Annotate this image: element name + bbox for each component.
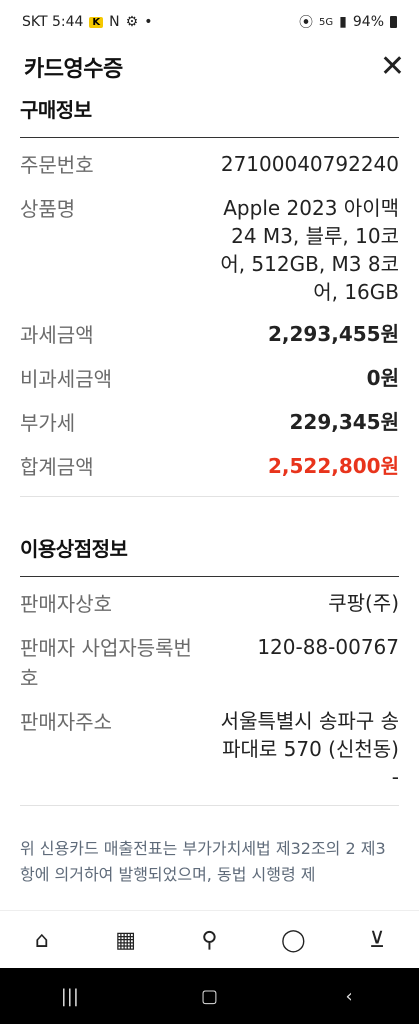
page-title: 카드영수증 [24, 57, 123, 82]
recent-apps-icon[interactable]: ||| [40, 986, 100, 1007]
order-number-row: 주문번호 27100040792240 [0, 150, 419, 180]
cart-icon[interactable]: ⊻ [357, 928, 397, 953]
notice-text: 위 신용카드 매출전표는 부가가치세법 제32조의 2 제3항에 의거하여 발행… [20, 839, 386, 884]
total-amount-row: 합계금액 2,522,800원 [0, 452, 419, 482]
search-icon[interactable]: ⚲ [189, 928, 229, 953]
product-name-row: 상품명 Apple 2023 아이맥 24 M3, 블루, 10코어, 512G… [0, 194, 419, 306]
total-amount-value: 2,522,800원 [267, 454, 399, 478]
seller-address-label: 판매자주소 [20, 710, 112, 734]
status-right: ⦿ 5G ▮ 94% [299, 12, 397, 32]
bottom-navigation: ⌂ ▦ ⚲ ◯ ⊻ [0, 910, 419, 969]
purchase-section-title: 구매정보 [20, 98, 92, 122]
status-left: SKT 5:44 K N ⚙ • [22, 14, 152, 30]
network-type: 5G [319, 16, 334, 28]
product-name-value: Apple 2023 아이맥 24 M3, 블루, 10코어, 512GB, M… [220, 196, 399, 304]
store-section-title: 이용상점정보 [20, 537, 128, 561]
battery-percent: 94% [352, 14, 384, 30]
kakao-badge-icon: K [89, 16, 104, 28]
close-icon[interactable]: ✕ [380, 52, 405, 82]
business-number-row: 판매자 사업자등록번호 120-88-00767 [0, 633, 419, 693]
nfc-icon: N [109, 14, 120, 30]
divider [20, 137, 399, 138]
back-icon[interactable]: ‹ [319, 986, 379, 1007]
nontaxable-amount-row: 비과세금액 0원 [0, 364, 419, 394]
grid-icon[interactable]: ▦ [106, 928, 146, 953]
receipt-content[interactable]: 구매정보 주문번호 27100040792240 상품명 Apple 2023 … [0, 90, 419, 910]
purchase-section: 구매정보 [0, 90, 419, 137]
user-icon[interactable]: ◯ [273, 928, 313, 953]
vat-value: 229,345원 [289, 410, 400, 434]
header: 카드영수증 ✕ [0, 44, 419, 90]
nontaxable-amount-label: 비과세금액 [20, 367, 112, 391]
vat-row: 부가세 229,345원 [0, 408, 419, 438]
seller-address-value: 서울특별시 송파구 송파대로 570 (신천동) - [220, 709, 399, 789]
product-name-label: 상품명 [20, 197, 76, 221]
total-amount-label: 합계금액 [20, 455, 94, 479]
divider [20, 805, 399, 806]
seller-address-row: 판매자주소 서울특별시 송파구 송파대로 570 (신천동) - [0, 707, 419, 791]
order-number-value: 27100040792240 [220, 152, 399, 176]
location-icon: ⦿ [299, 15, 314, 31]
signal-icon: ▮ [339, 14, 347, 30]
taxable-amount-label: 과세금액 [20, 323, 94, 347]
sync-icon: ⚙ [125, 14, 139, 30]
status-bar: SKT 5:44 K N ⚙ • ⦿ 5G ▮ 94% [0, 0, 419, 44]
divider [20, 496, 399, 497]
taxable-amount-value: 2,293,455원 [267, 322, 399, 346]
seller-name-label: 판매자상호 [20, 592, 112, 616]
nontaxable-amount-value: 0원 [366, 366, 399, 390]
carrier-time: SKT 5:44 [22, 14, 84, 30]
divider [20, 576, 399, 577]
battery-icon [390, 16, 397, 28]
home-button-icon[interactable]: ▢ [179, 986, 239, 1007]
seller-name-value: 쿠팡(주) [328, 591, 399, 615]
order-number-label: 주문번호 [20, 153, 94, 177]
home-icon[interactable]: ⌂ [22, 928, 62, 953]
business-number-value: 120-88-00767 [257, 635, 399, 659]
business-number-label: 판매자 사업자등록번호 [20, 636, 192, 690]
dot-icon: • [144, 14, 153, 30]
vat-label: 부가세 [20, 411, 76, 435]
system-navigation-bar: ||| ▢ ‹ [0, 968, 419, 1024]
store-section: 이용상점정보 [0, 529, 419, 576]
taxable-amount-row: 과세금액 2,293,455원 [0, 320, 419, 350]
seller-name-row: 판매자상호 쿠팡(주) [0, 589, 419, 619]
